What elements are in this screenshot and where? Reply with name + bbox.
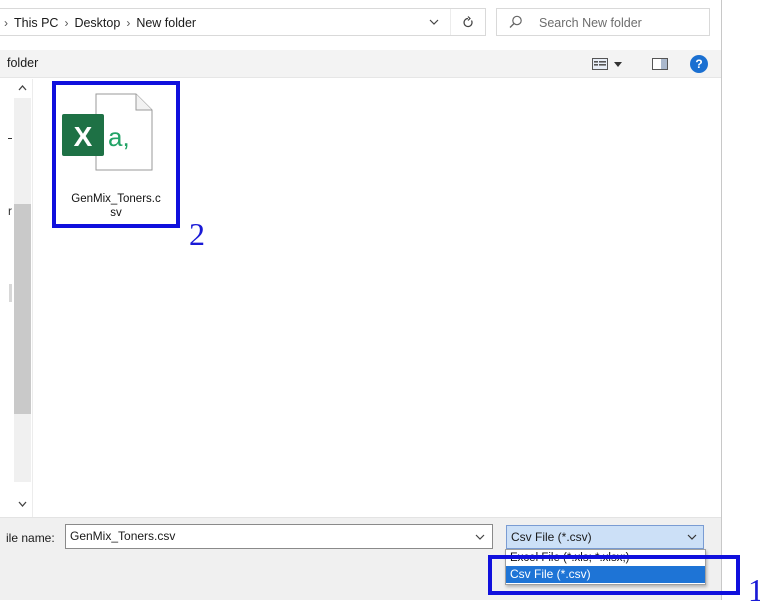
scroll-down-button[interactable]	[14, 496, 31, 514]
preview-pane-button[interactable]	[650, 55, 670, 73]
breadcrumb-this-pc[interactable]: This PC	[14, 16, 58, 30]
pane-divider[interactable]	[32, 79, 33, 517]
chevron-down-icon	[429, 19, 439, 25]
breadcrumb-separator: ›	[4, 16, 8, 30]
view-list-icon	[592, 58, 608, 70]
breadcrumb-new-folder[interactable]: New folder	[136, 16, 196, 30]
address-history-dropdown[interactable]	[424, 9, 444, 35]
nav-item-fragment	[8, 138, 12, 139]
new-folder-button[interactable]: folder	[7, 50, 38, 78]
caret-down-icon	[614, 61, 622, 67]
annotation-number-2: 2	[189, 216, 205, 252]
search-icon	[509, 15, 522, 28]
scroll-up-button[interactable]	[14, 80, 31, 98]
breadcrumb-desktop[interactable]: Desktop	[74, 16, 120, 30]
file-name-label: ile name:	[6, 531, 55, 545]
refresh-button[interactable]	[450, 9, 484, 35]
help-button[interactable]: ?	[690, 55, 708, 73]
file-type-select[interactable]: Csv File (*.csv)	[506, 525, 704, 549]
annotation-box-2	[52, 81, 180, 228]
chevron-down-icon	[687, 534, 697, 540]
chevron-down-icon	[475, 534, 485, 540]
file-name-input[interactable]: GenMix_Toners.csv	[65, 524, 493, 549]
window-border	[721, 0, 722, 600]
file-name-dropdown[interactable]	[472, 528, 488, 546]
chevron-down-icon	[18, 501, 27, 507]
annotation-box-1	[488, 555, 740, 595]
breadcrumb-separator: ›	[64, 16, 69, 30]
breadcrumb-separator: ›	[126, 16, 131, 30]
search-placeholder: Search New folder	[539, 16, 642, 30]
nav-item-fragment: r	[8, 204, 12, 218]
nav-scrollbar-thumb[interactable]	[14, 204, 31, 414]
file-type-dropdown-arrow[interactable]	[684, 528, 700, 546]
refresh-icon	[462, 15, 473, 27]
chevron-up-icon	[18, 85, 27, 91]
annotation-number-1: 1	[748, 572, 760, 608]
preview-pane-icon	[652, 58, 668, 70]
breadcrumb: › This PC › Desktop › New folder	[4, 9, 196, 37]
change-view-button[interactable]	[592, 55, 632, 73]
nav-item-fragment	[9, 284, 12, 302]
